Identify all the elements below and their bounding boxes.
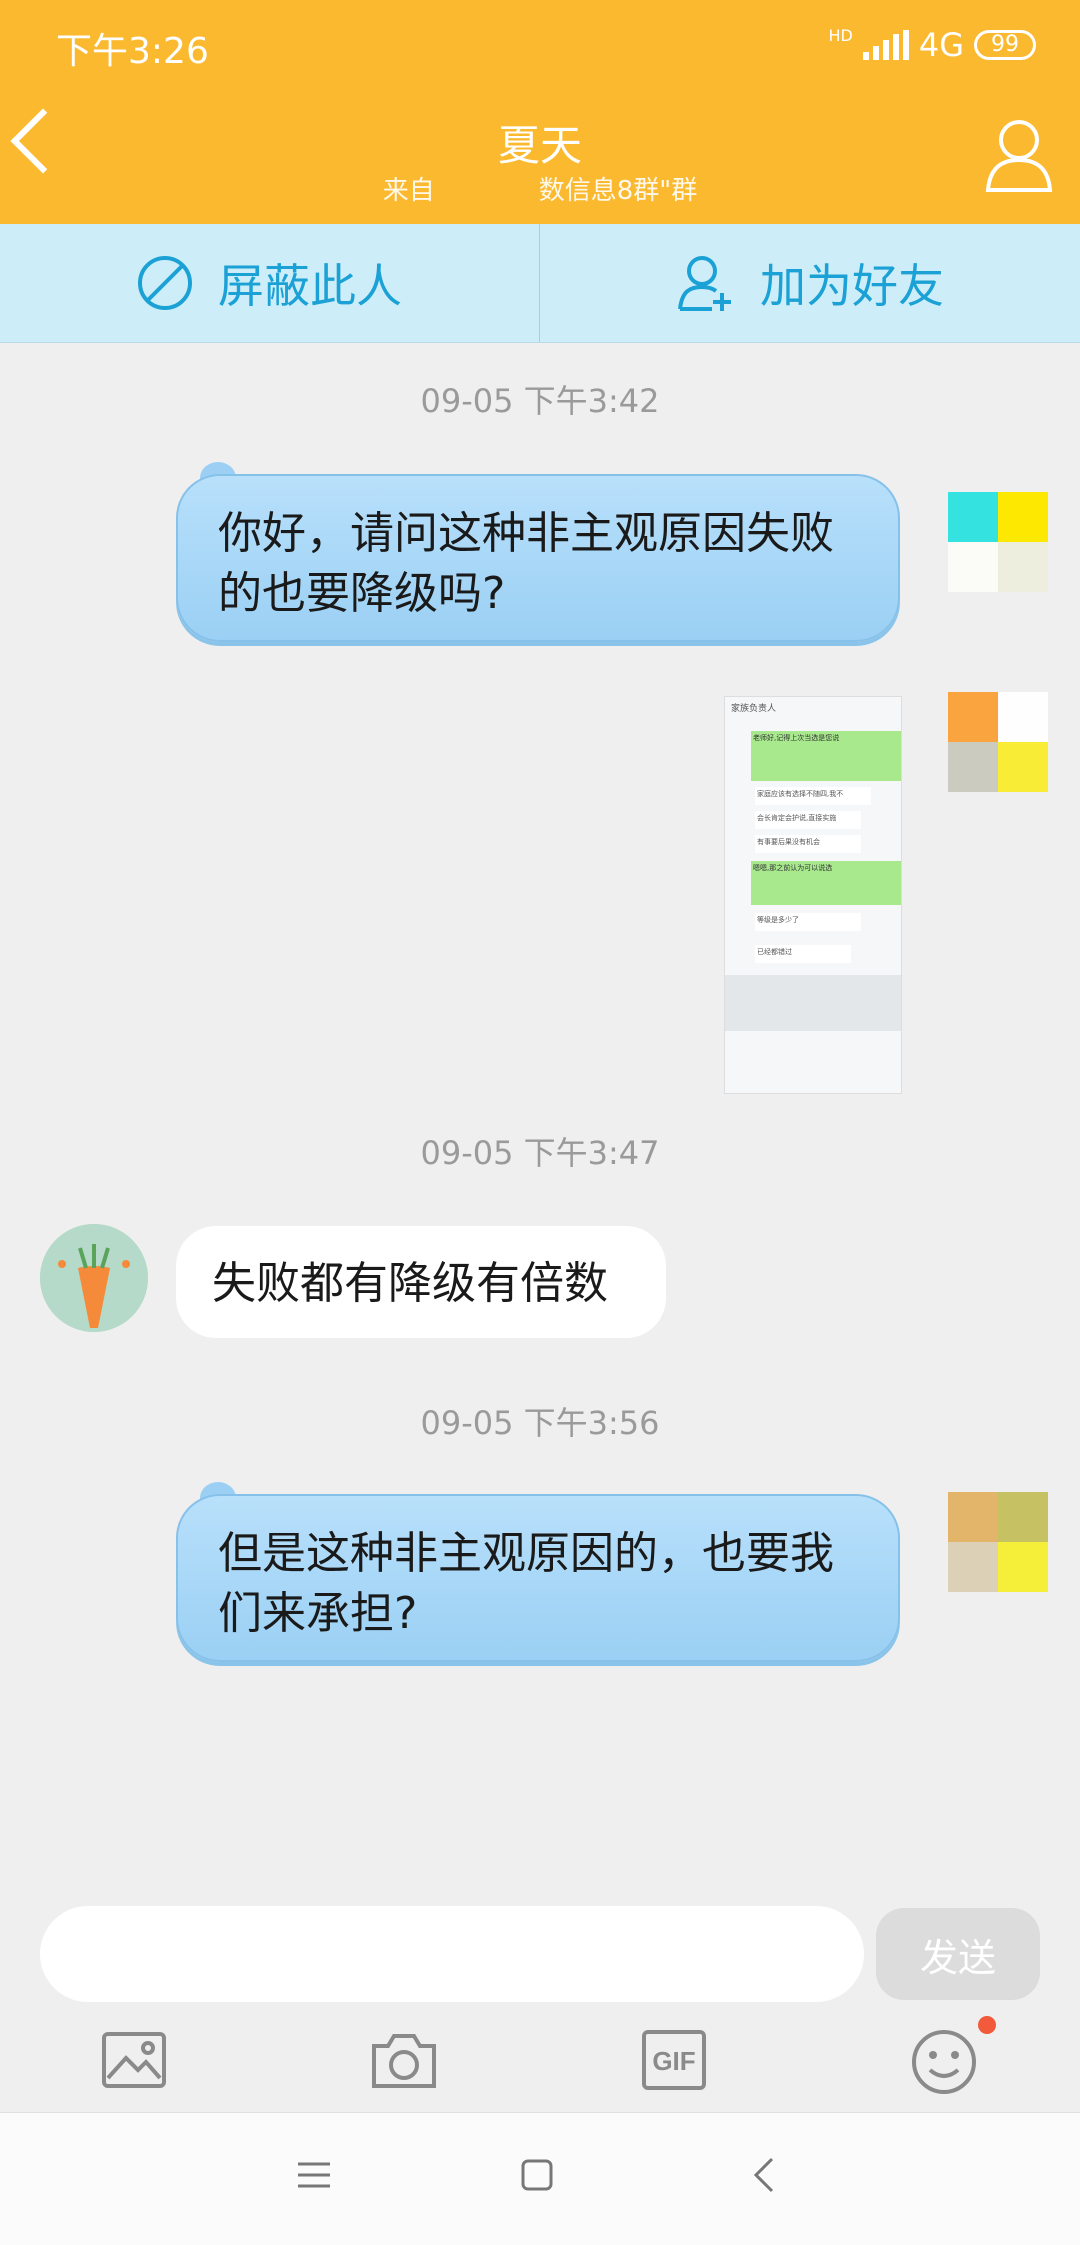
gif-icon[interactable]: GIF	[638, 2024, 710, 2096]
page-subtitle: 来自 数信息8群"群	[382, 176, 698, 206]
message-text: 失败都有降级有倍数	[212, 1258, 608, 1309]
image-icon[interactable]	[98, 2024, 170, 2096]
notification-badge	[978, 2016, 996, 2034]
send-button[interactable]: 发送	[876, 1908, 1040, 2000]
message-timestamp: 09-05 下午3:42	[420, 382, 660, 420]
shot-line: 等级是多少了	[755, 913, 861, 931]
message-input[interactable]	[40, 1906, 864, 2002]
status-time: 下午3:26	[56, 31, 209, 72]
add-friend-label: 加为好友	[760, 259, 944, 313]
block-user-label: 屏蔽此人	[218, 259, 402, 313]
gif-label: GIF	[652, 2046, 695, 2076]
camera-icon[interactable]	[368, 2024, 440, 2096]
shot-line: 有事要后果没有机会	[755, 835, 861, 853]
signal-icon	[862, 30, 909, 60]
message-text: 你好，请问这种非主观原因失败的也要降级吗?	[218, 508, 834, 619]
emoji-icon[interactable]	[908, 2024, 980, 2096]
block-user-button[interactable]: 屏蔽此人	[0, 224, 538, 342]
shot-line: 老师好,记得上次当选是您说	[751, 731, 901, 781]
message-timestamp: 09-05 下午3:47	[420, 1134, 660, 1172]
avatar[interactable]	[948, 692, 1048, 792]
shot-line: 家庭应该有选择不随四,我不	[755, 787, 871, 805]
avatar[interactable]	[948, 1492, 1048, 1592]
action-divider	[539, 224, 540, 342]
battery-level: 99	[991, 32, 1019, 57]
add-friend-button[interactable]: 加为好友	[541, 224, 1079, 342]
shot-footer	[725, 975, 901, 1031]
chat-bubble-received[interactable]: 失败都有降级有倍数	[176, 1226, 666, 1338]
profile-icon[interactable]	[984, 116, 1054, 192]
avatar[interactable]	[948, 492, 1048, 592]
block-icon	[138, 256, 192, 310]
home-icon[interactable]	[520, 2158, 554, 2192]
contact-avatar[interactable]	[40, 1224, 148, 1332]
chat-bubble-sent[interactable]: 但是这种非主观原因的，也要我们来承担?	[176, 1494, 900, 1662]
carrot-icon	[40, 1224, 148, 1332]
shot-line: 已经都错过	[755, 945, 851, 963]
image-message[interactable]: 家族负责人 老师好,记得上次当选是您说 家庭应该有选择不随四,我不 会长肯定会护…	[724, 696, 902, 1094]
add-friend-icon	[678, 256, 731, 311]
network-label: 4G	[918, 26, 964, 64]
menu-icon[interactable]	[296, 2160, 332, 2190]
shot-header: 家族负责人	[731, 704, 777, 714]
chat-bubble-sent[interactable]: 你好，请问这种非主观原因失败的也要降级吗?	[176, 474, 900, 642]
page-title: 夏天	[497, 121, 582, 170]
shot-line: 会长肯定会护说,直接实施	[755, 811, 861, 829]
status-indicators: HD 4G 99	[828, 26, 1036, 64]
message-timestamp: 09-05 下午3:56	[420, 1404, 660, 1442]
message-text: 但是这种非主观原因的，也要我们来承担?	[218, 1528, 834, 1639]
hd-label: HD	[828, 25, 853, 45]
nav-back-icon[interactable]	[752, 2156, 776, 2194]
shot-line: 嗯嗯,那之前认为可以说选	[751, 861, 901, 905]
battery-icon: 99	[974, 30, 1036, 60]
